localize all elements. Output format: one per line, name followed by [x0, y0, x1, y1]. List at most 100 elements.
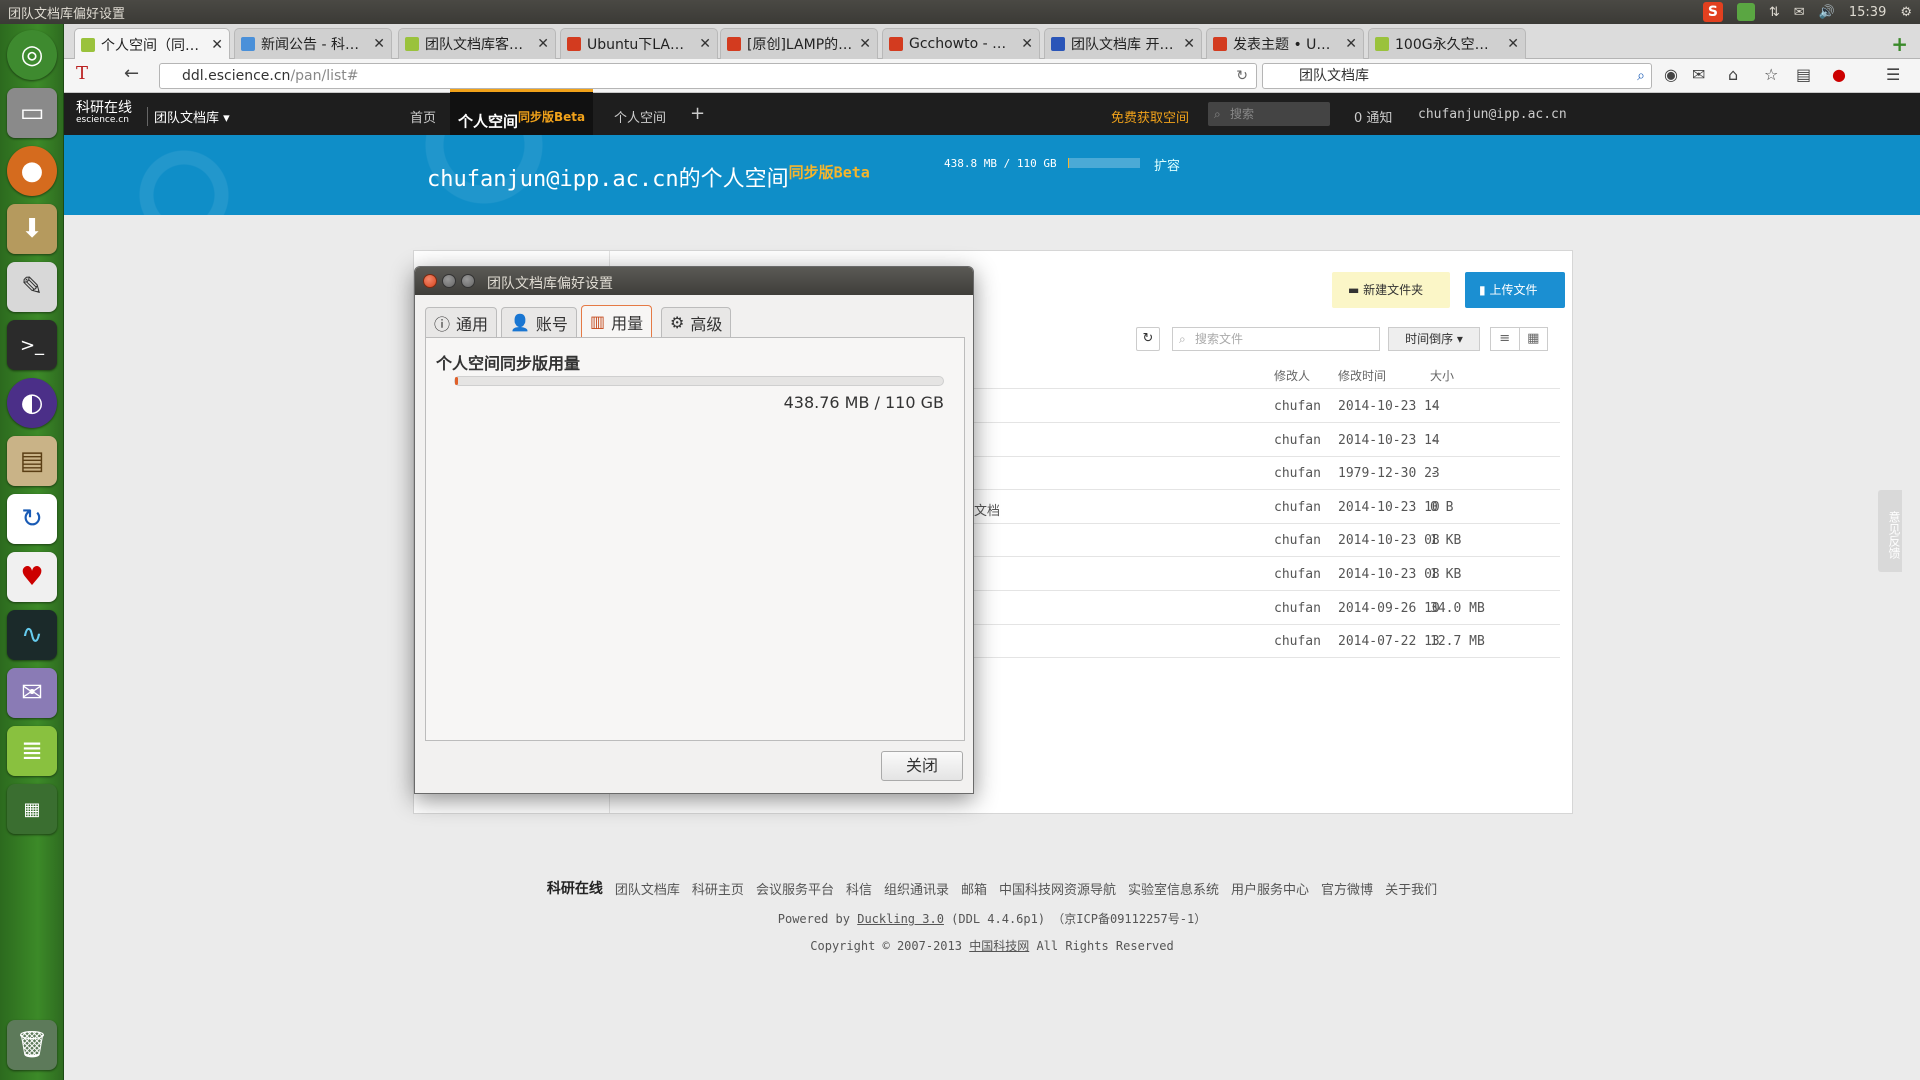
tab-close-icon[interactable]: ✕ — [373, 36, 385, 52]
tab-3[interactable]: 团队文档库客户端... ✕ — [398, 28, 556, 59]
table-row[interactable]: chufan 1979-12-30 23- — [974, 456, 1560, 491]
volume-icon[interactable]: 🔊 — [1819, 5, 1835, 20]
user-menu[interactable]: chufanjun@ipp.ac.cn — [1418, 107, 1567, 122]
tab-usage[interactable]: ▥ 用量 — [581, 305, 653, 337]
table-row[interactable]: chufan 2014-10-23 14- — [974, 423, 1560, 457]
file-search-input[interactable]: ⌕ 搜索文件 — [1172, 327, 1380, 351]
menu-icon[interactable]: ☰ — [1886, 65, 1900, 84]
footer-link[interactable]: 官方微博 — [1321, 879, 1373, 898]
table-row[interactable]: 文档 chufan 2014-10-23 10 0 B — [974, 490, 1560, 524]
clock[interactable]: 15:39 — [1849, 5, 1886, 20]
footer-link[interactable]: 实验室信息系统 — [1128, 879, 1219, 898]
update-icon[interactable]: ↻ — [7, 494, 57, 544]
dialog-titlebar[interactable]: 团队文档库偏好设置 — [415, 267, 973, 295]
tab-7[interactable]: 团队文档库 开发注... ✕ — [1044, 28, 1202, 59]
close-window-icon[interactable] — [423, 274, 437, 288]
tab-6[interactable]: Gcchowto - Ubunt... ✕ — [882, 28, 1040, 59]
gear-icon[interactable]: ⚙ — [1900, 5, 1912, 20]
new-tab-icon[interactable]: + — [1891, 32, 1908, 56]
workspace-icon[interactable]: ▦ — [7, 784, 57, 834]
table-row[interactable]: chufan 2014-10-23 08 1 KB — [974, 557, 1560, 591]
footer-link[interactable]: 组织通讯录 — [884, 879, 949, 898]
tab-close-icon[interactable]: ✕ — [859, 36, 871, 52]
tab-close-icon[interactable]: ✕ — [699, 36, 711, 52]
free-space-link[interactable]: 免费获取空间 — [1111, 107, 1189, 126]
network-icon[interactable]: ⇅ — [1769, 5, 1780, 20]
sort-dropdown[interactable]: 时间倒序 ▾ — [1388, 327, 1480, 351]
feedback-tab[interactable]: 意见反馈 — [1878, 490, 1902, 572]
bookmark-star-icon[interactable]: ☆ — [1764, 65, 1778, 84]
tab-9[interactable]: 100G永久空间免费... ✕ — [1368, 28, 1526, 59]
tab-account[interactable]: 👤 账号 — [501, 307, 577, 337]
url-bar[interactable]: ddl.escience.cn/pan/list# ↻ — [159, 63, 1257, 89]
tab-8[interactable]: 发表主题 • Ubuntu... ✕ — [1206, 28, 1364, 59]
nav-personal-space[interactable]: 个人空间 — [614, 107, 666, 126]
terminal-icon[interactable]: >_ — [7, 320, 57, 370]
footer-link[interactable]: 关于我们 — [1385, 879, 1437, 898]
tab-close-icon[interactable]: ✕ — [211, 37, 223, 53]
dash-icon[interactable]: ◎ — [7, 30, 57, 80]
tab-5[interactable]: [原创]LAMP的搭建... ✕ — [720, 28, 878, 59]
notes-icon[interactable]: ≣ — [7, 726, 57, 776]
back-button[interactable]: ← — [124, 63, 139, 84]
tab-close-icon[interactable]: ✕ — [1507, 36, 1519, 52]
footer-link[interactable]: 会议服务平台 — [756, 879, 834, 898]
product-menu[interactable]: 团队文档库 ▾ — [147, 107, 230, 126]
reader-icon[interactable]: T — [76, 63, 88, 84]
refresh-button[interactable]: ↻ — [1136, 327, 1160, 351]
archive-icon[interactable]: ⬇ — [7, 204, 57, 254]
pidgin-icon[interactable]: ✉ — [7, 668, 57, 718]
tab-close-icon[interactable]: ✕ — [537, 36, 549, 52]
cstnet-link[interactable]: 中国科技网 — [969, 939, 1029, 953]
firefox-icon[interactable]: ● — [7, 146, 57, 196]
list-view-icon[interactable]: ≡ — [1491, 328, 1520, 350]
table-row[interactable]: chufan 2014-10-23 14- — [974, 389, 1560, 423]
nav-personal-active[interactable]: 个人空间同步版Beta — [450, 89, 594, 135]
footer-logo[interactable]: 科研在线 — [547, 878, 603, 898]
footer-link[interactable]: 团队文档库 — [615, 879, 680, 898]
site-logo[interactable]: 科研在线 escience.cn — [76, 101, 132, 125]
new-folder-button[interactable]: ▬ 新建文件夹 — [1332, 272, 1450, 308]
duckling-link[interactable]: Duckling 3.0 — [857, 912, 944, 926]
maximize-window-icon[interactable] — [461, 274, 475, 288]
mail-icon[interactable]: ✉ — [1692, 65, 1705, 84]
trash-icon[interactable]: 🗑 — [7, 1020, 57, 1070]
tab-close-icon[interactable]: ✕ — [1021, 36, 1033, 52]
close-button[interactable]: 关闭 — [881, 751, 963, 781]
eclipse-icon[interactable]: ◐ — [7, 378, 57, 428]
nav-home[interactable]: 首页 — [410, 107, 436, 126]
tab-close-icon[interactable]: ✕ — [1345, 36, 1357, 52]
footer-link[interactable]: 科信 — [846, 879, 872, 898]
minimize-window-icon[interactable] — [442, 274, 456, 288]
addon-icon[interactable]: ◉ — [1664, 65, 1678, 84]
tab-general[interactable]: ⓘ 通用 — [425, 307, 498, 337]
table-row[interactable]: chufan 2014-07-22 13 12.7 MB — [974, 624, 1560, 659]
search-icon[interactable]: ⌕ — [1637, 64, 1645, 88]
reading-list-icon[interactable]: ▤ — [1796, 65, 1811, 84]
table-row[interactable]: chufan 2014-09-26 10 34.0 MB — [974, 591, 1560, 625]
mail-icon[interactable]: ✉ — [1794, 5, 1805, 20]
tab-4[interactable]: Ubuntu下LAMP环... ✕ — [560, 28, 718, 59]
book-icon[interactable]: ▤ — [7, 436, 57, 486]
cards-icon[interactable]: ♥ — [7, 552, 57, 602]
search-engine-box[interactable]: 团队文档库 ⌕ — [1262, 63, 1652, 89]
sync-status-icon[interactable] — [1736, 3, 1755, 21]
text-editor-icon[interactable]: ✎ — [7, 262, 57, 312]
footer-link[interactable]: 邮箱 — [961, 879, 987, 898]
expand-link[interactable]: 扩容 — [1154, 155, 1180, 174]
site-search-input[interactable]: ⌕ 搜索 — [1208, 102, 1330, 126]
footer-link[interactable]: 用户服务中心 — [1231, 879, 1309, 898]
nav-add-icon[interactable]: + — [690, 103, 705, 124]
system-monitor-icon[interactable]: ∿ — [7, 610, 57, 660]
table-row[interactable]: chufan 2014-10-23 08 1 KB — [974, 523, 1560, 558]
tab-close-icon[interactable]: ✕ — [1183, 36, 1195, 52]
home-icon[interactable]: ⌂ — [1728, 65, 1738, 84]
sogou-input-icon[interactable]: S — [1702, 2, 1723, 22]
grid-view-icon[interactable]: ▦ — [1520, 328, 1548, 350]
footer-link[interactable]: 科研主页 — [692, 879, 744, 898]
tab-2[interactable]: 新闻公告 - 科研在线 ✕ — [234, 28, 392, 59]
footer-link[interactable]: 中国科技网资源导航 — [999, 879, 1116, 898]
files-icon[interactable]: ▭ — [7, 88, 57, 138]
adblock-icon[interactable]: ● — [1832, 65, 1846, 84]
reload-icon[interactable]: ↻ — [1236, 64, 1248, 88]
